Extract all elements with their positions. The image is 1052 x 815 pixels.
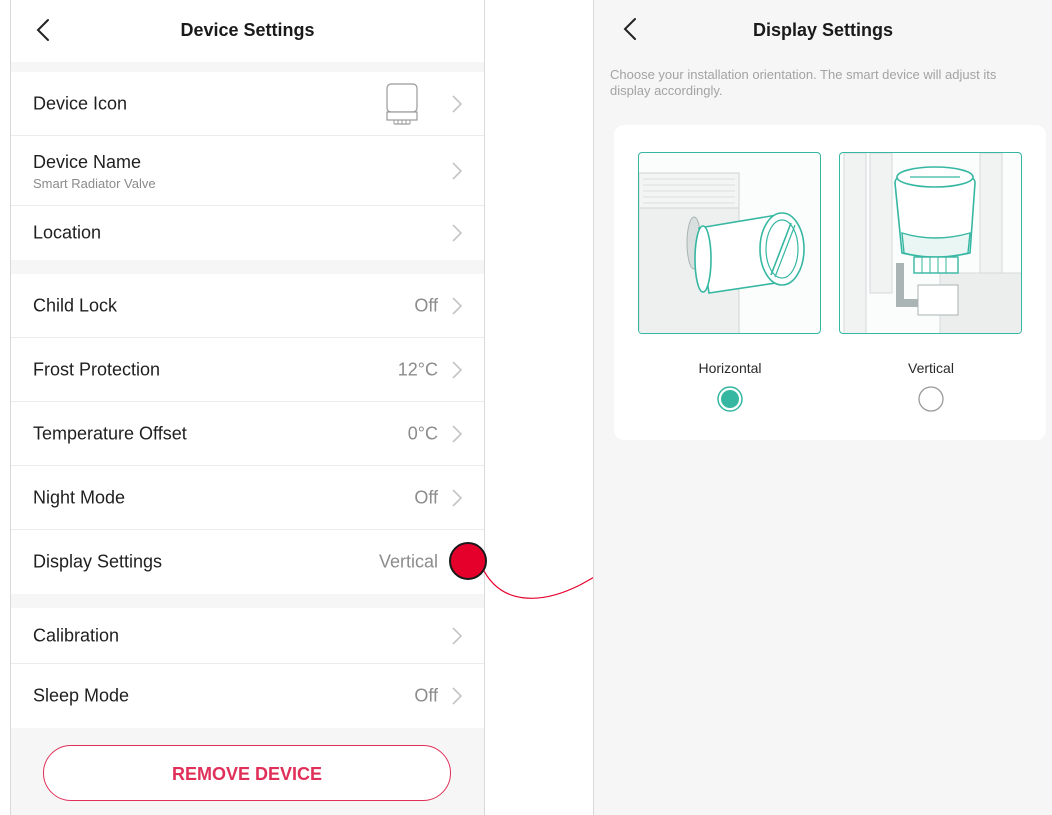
top-bar: Device Settings [11,0,484,62]
device-options-group: Child Lock Off Frost Protection 12°C Tem… [11,274,484,594]
row-frost-protection[interactable]: Frost Protection 12°C [11,338,484,402]
option-label-horizontal: Horizontal [698,360,762,376]
chevron-right-icon [452,360,462,379]
row-value: Off [414,685,438,706]
row-label: Night Mode [33,487,126,507]
display-settings-screen: Display Settings Choose your installatio… [593,0,1052,815]
row-device-name[interactable]: Device Name Smart Radiator Valve [11,136,484,206]
row-label: Device Name [33,152,142,172]
row-value: Off [414,295,438,315]
top-bar: Display Settings [594,0,1052,56]
remove-device-button[interactable]: REMOVE DEVICE [43,745,451,801]
chevron-right-icon [452,687,462,705]
orientation-card: Horizontal Vertical [614,125,1046,440]
radio-vertical[interactable] [918,386,944,412]
row-label: Location [33,222,102,243]
horizontal-orientation-illustration[interactable] [638,152,821,334]
row-label: Display Settings [33,551,163,572]
row-sublabel: Smart Radiator Valve [33,176,156,191]
valve-thumbnail-icon [386,83,418,125]
orientation-description: Choose your installation orientation. Th… [610,67,997,98]
row-device-icon[interactable]: Device Icon [11,72,484,136]
row-value: 12°C [397,359,438,379]
chevron-right-icon [452,224,462,242]
row-label: Device Icon [33,93,128,113]
device-maintenance-group: Calibration Sleep Mode Off [11,608,484,728]
annotation-marker [449,542,487,580]
chevron-right-icon [452,488,462,507]
row-night-mode[interactable]: Night Mode Off [11,466,484,530]
row-sleep-mode[interactable]: Sleep Mode Off [11,664,484,728]
row-value: Vertical [378,551,438,572]
chevron-right-icon [452,296,462,315]
device-info-group: Device Icon Device Name Smart Radiator V… [11,72,484,260]
chevron-right-icon [452,94,462,113]
radio-horizontal-selected[interactable] [717,386,743,412]
option-label-vertical: Vertical [908,360,954,376]
chevron-right-icon [452,424,462,443]
row-display-settings[interactable]: Display Settings Vertical [11,530,484,594]
row-value: 0°C [407,423,438,443]
chevron-right-icon [452,161,462,180]
row-label: Calibration [33,625,120,645]
row-temperature-offset[interactable]: Temperature Offset 0°C [11,402,484,466]
row-label: Sleep Mode [33,685,130,706]
vertical-orientation-illustration[interactable] [839,152,1022,334]
row-label: Frost Protection [33,359,161,379]
vertical-valve-icon [843,153,1021,333]
device-settings-screen: Device Settings Device Icon Device Name … [10,0,485,815]
row-location[interactable]: Location [11,206,484,260]
row-child-lock[interactable]: Child Lock Off [11,274,484,338]
horizontal-valve-icon [639,172,805,333]
row-value: Off [414,487,438,507]
row-calibration[interactable]: Calibration [11,608,484,664]
row-label: Child Lock [33,295,118,315]
page-title: Display Settings [752,20,894,40]
chevron-right-icon [452,626,462,645]
page-title: Device Settings [180,20,315,40]
row-label: Temperature Offset [33,423,187,443]
